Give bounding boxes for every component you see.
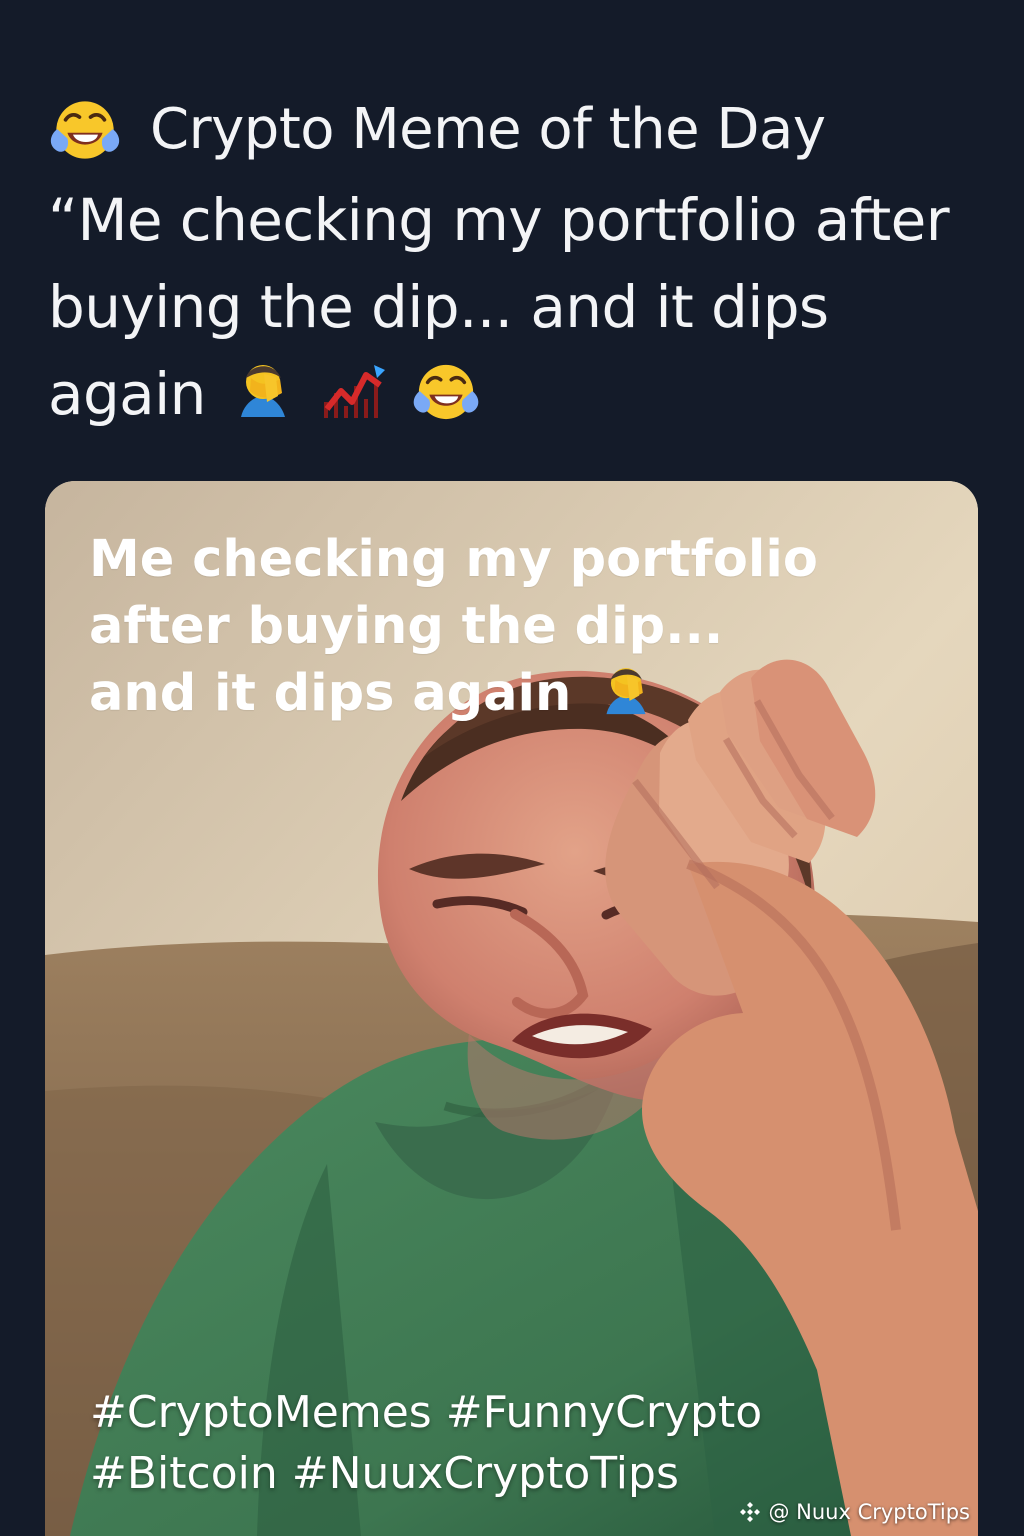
chart-dip-icon: [324, 365, 386, 418]
meme-image-card[interactable]: Me checking my portfolio after buying th…: [45, 481, 978, 1536]
meme-caption: Me checking my portfolio after buying th…: [89, 526, 939, 727]
meme-caption-last-line: and it dips again: [89, 660, 939, 727]
hashtag-line: #CryptoMemes #FunnyCrypto: [90, 1387, 763, 1438]
laughing-tears-emoji-icon: [414, 364, 479, 420]
watermark-text: @ Nuux CryptoTips: [768, 1500, 970, 1524]
post-title: Crypto Meme of the Day: [150, 97, 826, 162]
watermark: @ Nuux CryptoTips: [738, 1499, 970, 1525]
post-body-text: “Me checking my portfolio after buying t…: [48, 186, 950, 428]
meme-caption-line: and it dips again: [89, 664, 572, 723]
meme-caption-line: after buying the dip...: [89, 597, 724, 656]
hashtags: #CryptoMemes #FunnyCrypto #Bitcoin #Nuux…: [90, 1382, 930, 1504]
binance-logo-icon: [740, 1502, 761, 1522]
post-title-row: Crypto Meme of the Day: [48, 92, 984, 168]
post-body: “Me checking my portfolio after buying t…: [48, 177, 978, 438]
hashtag-line: #Bitcoin #NuuxCryptoTips: [90, 1448, 679, 1499]
facepalm-person-icon: [606, 668, 646, 715]
post-header: Crypto Meme of the Day “Me checking my p…: [48, 92, 984, 438]
meme-caption-line: Me checking my portfolio: [89, 530, 818, 589]
meme-post-page: Crypto Meme of the Day “Me checking my p…: [0, 0, 1024, 1536]
facepalm-person-icon: [240, 365, 285, 417]
laughing-tears-emoji-icon: [50, 101, 120, 159]
